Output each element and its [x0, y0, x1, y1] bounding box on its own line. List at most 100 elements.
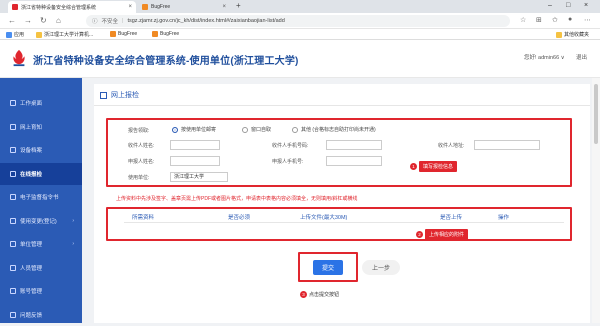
recipient-address-label: 收件人地址: — [438, 143, 465, 149]
star-icon[interactable]: ☆ — [520, 16, 526, 24]
document-icon — [10, 194, 16, 200]
sidebar-item-label: 账号管理 — [20, 289, 43, 295]
sidebar-item[interactable]: 账号管理 — [0, 280, 82, 302]
sidebar-item-label: 使用变更(登记) — [20, 218, 57, 225]
people-icon — [10, 264, 16, 271]
radio-label: 其他 (合格标志自助打印尚未开通) — [301, 127, 376, 133]
bookmark-item[interactable]: 浙江理工大学计算机... — [36, 31, 93, 38]
radio-label: 按使用单位邮寄 — [181, 127, 217, 133]
sidebar-item-label: 设备档案 — [20, 148, 43, 154]
close-icon[interactable]: × — [222, 4, 226, 10]
url-divider: | — [122, 18, 124, 24]
reload-icon[interactable]: ↻ — [40, 16, 47, 25]
scrollbar-thumb[interactable] — [594, 84, 598, 144]
more-icon[interactable]: ⋯ — [584, 16, 591, 24]
browser-tab-active[interactable]: 浙江省特种设备安全综合管理系统 × — [8, 1, 136, 13]
recipient-phone-input[interactable] — [326, 140, 382, 150]
sidebar-item[interactable]: 电子监督指令书 — [0, 186, 82, 208]
desktop-icon — [10, 100, 16, 106]
logout-link[interactable]: 退出 — [576, 53, 587, 61]
column-header: 操作 — [498, 215, 510, 221]
bugfree-favicon — [152, 31, 158, 37]
bookmark-item[interactable]: BugFree — [110, 31, 137, 37]
sidebar-item-label: 网上育知 — [20, 124, 43, 131]
applicant-name-input[interactable] — [170, 156, 220, 166]
callout-2: 2 上传相应的附件 — [416, 229, 469, 240]
bookmark-item[interactable]: BugFree — [152, 31, 179, 37]
collections-icon[interactable]: ⊞ — [536, 16, 542, 24]
swap-icon — [10, 217, 16, 224]
sidebar-item-label: 单位管理 — [20, 242, 43, 248]
sidebar-item[interactable]: 网上育知 — [0, 116, 82, 138]
apps-grid-icon — [6, 31, 12, 38]
bookmark-label: BugFree — [118, 31, 138, 37]
radio-unchecked-icon — [242, 126, 248, 133]
bookmark-apps[interactable]: 应用 — [6, 31, 24, 38]
url-field[interactable]: ⓘ 不安全 | tsgz.zjamr.zj.gov.cn/jc_kh/dist/… — [86, 15, 510, 27]
divider — [94, 105, 590, 106]
user-menu[interactable]: 您好! admin66 ∨ — [524, 53, 565, 61]
chevron-right-icon: › — [72, 217, 74, 224]
applicant-phone-label: 申报人手机号: — [272, 159, 304, 165]
logo-icon — [13, 49, 25, 67]
sidebar-item-label: 人员管理 — [20, 265, 43, 272]
sidebar-item[interactable]: 问题反馈 — [0, 304, 82, 326]
divider — [124, 222, 564, 223]
sidebar-item[interactable]: 工作桌面 — [0, 92, 82, 114]
sidebar-item[interactable]: 单位管理 › — [0, 233, 82, 255]
new-tab-button[interactable]: + — [236, 1, 241, 10]
address-bar-row: ← → ↻ ⌂ ⓘ 不安全 | tsgz.zjamr.zj.gov.cn/jc_… — [0, 13, 600, 29]
radio-mail[interactable]: 按使用单位邮寄 — [172, 126, 216, 133]
back-arrow-icon[interactable]: ← — [8, 16, 16, 25]
minimize-icon[interactable]: – — [548, 2, 552, 9]
sidebar-item-label: 在线报检 — [20, 171, 43, 178]
sidebar: 工作桌面网上育知设备档案在线报检电子监督指令书使用变更(登记) › 单位管理 › 人员管… — [0, 78, 82, 323]
recipient-phone-label: 收件人手机号码: — [272, 143, 309, 149]
radio-window[interactable]: 窗口自取 — [242, 126, 271, 133]
radio-unchecked-icon — [292, 126, 298, 133]
using-unit-label: 使用单位: — [128, 175, 150, 181]
app-header: 浙江省特种设备安全综合管理系统-使用单位(浙江理工大学) 您好! admin66… — [0, 40, 600, 78]
panel-title: 网上报检 — [100, 90, 139, 100]
bookmark-label: 浙江理工大学计算机... — [44, 32, 94, 38]
favorites-icon[interactable]: ✩ — [552, 16, 558, 24]
sidebar-item-label: 工作桌面 — [20, 101, 43, 107]
recipient-address-input[interactable] — [474, 140, 540, 150]
callout-text: 填写报检信息 — [419, 161, 458, 172]
profile-icon[interactable]: ● — [568, 16, 572, 23]
radio-other[interactable]: 其他 (合格标志自助打印尚未开通) — [292, 126, 376, 133]
close-icon[interactable]: × — [128, 4, 132, 10]
using-unit-input[interactable]: 浙江理工大学 — [170, 172, 228, 182]
browser-tab[interactable]: BugFree × — [138, 1, 230, 13]
main-panel: 网上报检 报告领取: 按使用单位邮寄 窗口自取 其他 (合格标志自助打印尚未开通… — [94, 84, 590, 323]
chevron-right-icon: › — [72, 241, 74, 247]
other-bookmarks-label: 其他收藏夹 — [564, 32, 590, 38]
sidebar-item-label: 问题反馈 — [20, 312, 43, 319]
previous-step-button[interactable]: 上一步 — [362, 260, 400, 275]
sidebar-item[interactable]: 使用变更(登记) › — [0, 210, 82, 232]
sidebar-item[interactable]: 人员管理 — [0, 257, 82, 279]
archive-icon — [10, 147, 16, 153]
feedback-icon — [10, 311, 16, 318]
maximize-icon[interactable]: □ — [566, 2, 570, 9]
bugfree-favicon — [110, 31, 116, 37]
upload-notice: 上传资料中先涉及签字、盖章页需上传PDF或者图片格式，申请表中表格内容必须填全，… — [116, 196, 358, 202]
radio-checked-icon — [172, 126, 178, 133]
recipient-name-input[interactable] — [170, 140, 220, 150]
forward-arrow-icon[interactable]: → — [24, 16, 32, 25]
not-secure-icon[interactable]: ⓘ — [92, 17, 98, 25]
other-bookmarks[interactable]: 其他收藏夹 — [556, 31, 589, 38]
submit-button[interactable]: 提交 — [313, 260, 343, 275]
home-icon[interactable]: ⌂ — [56, 16, 61, 25]
panel-title-label: 网上报检 — [111, 92, 139, 99]
bookmarks-bar: 应用 浙江理工大学计算机... BugFree BugFree 其他收藏夹 — [0, 29, 600, 40]
building-icon — [10, 241, 16, 247]
sidebar-item[interactable]: 在线报检 — [0, 162, 82, 185]
radio-label: 窗口自取 — [251, 127, 272, 133]
window-close-icon[interactable]: × — [584, 2, 588, 9]
sidebar-item[interactable]: 设备档案 — [0, 139, 82, 161]
applicant-phone-input[interactable] — [326, 156, 382, 166]
folder-icon — [36, 31, 42, 38]
bugfree-favicon — [142, 4, 148, 10]
column-header: 是否上传 — [440, 215, 463, 221]
